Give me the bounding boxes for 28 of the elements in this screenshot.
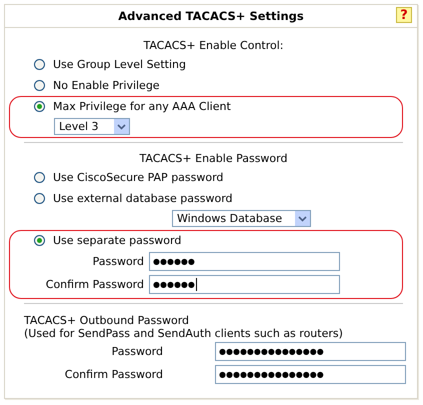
field-label: Password	[92, 255, 144, 268]
radio-button[interactable]	[34, 193, 45, 204]
dropdown[interactable]: Windows Database	[172, 210, 311, 227]
option-label: Use Group Level Setting	[53, 58, 186, 71]
password-field[interactable]: ●●●●●●●●●●●●●●●	[215, 342, 406, 361]
radio-button[interactable]	[34, 59, 45, 70]
option-label: Use external database password	[53, 192, 233, 205]
option-label: Max Privilege for any AAA Client	[53, 100, 231, 113]
panel-title: Advanced TACACS+ Settings	[118, 9, 304, 23]
option-label: Use separate password	[53, 234, 182, 247]
password-field[interactable]: ●●●●●●●●●●●●●●●	[215, 365, 406, 384]
field-label: Password	[110, 345, 163, 358]
help-button[interactable]: ?	[396, 7, 412, 23]
section-heading: TACACS+ Enable Password	[138, 151, 288, 167]
option-label: Use CiscoSecure PAP password	[53, 171, 224, 184]
radio-button[interactable]	[34, 172, 45, 183]
option-label: No Enable Privilege	[53, 79, 160, 92]
radio-button[interactable]	[34, 101, 45, 112]
section-heading: TACACS+ Outbound Password	[24, 313, 190, 327]
field-label: Confirm Password	[44, 278, 144, 291]
section-heading: TACACS+ Enable Control:	[142, 38, 285, 54]
dropdown[interactable]: Level 3	[54, 118, 130, 135]
password-field[interactable]: ●●●●●●	[149, 275, 340, 294]
password-field[interactable]: ●●●●●●	[149, 252, 340, 271]
section-note: (Used for SendPass and SendAuth clients such as routers)	[24, 327, 344, 340]
radio-button[interactable]	[34, 80, 45, 91]
radio-button[interactable]	[34, 235, 45, 246]
field-label: Confirm Password	[64, 368, 163, 381]
